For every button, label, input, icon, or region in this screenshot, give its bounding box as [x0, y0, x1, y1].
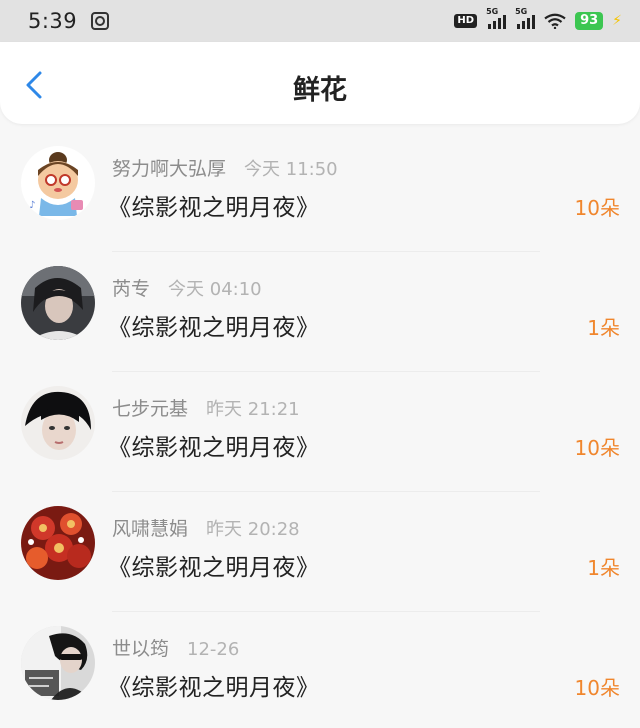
- list-item[interactable]: ♪ 努力啊大弘厚 今天 11:50 《综影视之明月夜》 10朵: [0, 132, 640, 252]
- username-row: 七步元基 昨天 21:21: [112, 394, 300, 421]
- list-item[interactable]: 世以筠 12-26 《综影视之明月夜》 10朵: [0, 612, 640, 728]
- flower-count: 10朵: [574, 436, 620, 460]
- list-item[interactable]: 七步元基 昨天 21:21 《综影视之明月夜》 10朵: [0, 372, 640, 492]
- list-item[interactable]: 风啸慧娟 昨天 20:28 《综影视之明月夜》 1朵: [0, 492, 640, 612]
- username[interactable]: 风啸慧娟: [112, 514, 188, 541]
- svg-text:♪: ♪: [29, 200, 35, 211]
- list-item[interactable]: 芮专 今天 04:10 《综影视之明月夜》 1朵: [0, 252, 640, 372]
- flower-list: ♪ 努力啊大弘厚 今天 11:50 《综影视之明月夜》 10朵 芮专 今天 04…: [0, 132, 640, 728]
- timestamp: 今天 04:10: [168, 279, 262, 300]
- status-left: 5:39: [28, 9, 110, 33]
- flower-count: 10朵: [574, 676, 620, 700]
- book-title[interactable]: 《综影视之明月夜》: [108, 668, 320, 702]
- username[interactable]: 努力啊大弘厚: [112, 154, 226, 181]
- avatar[interactable]: [21, 386, 95, 460]
- timestamp: 今天 11:50: [244, 159, 338, 180]
- username-row: 世以筠 12-26: [112, 634, 239, 661]
- page-title: 鲜花: [293, 75, 347, 106]
- flower-count: 1朵: [587, 316, 620, 340]
- app-notification-icon: [91, 12, 110, 30]
- timestamp: 昨天 20:28: [206, 519, 300, 540]
- username[interactable]: 世以筠: [112, 634, 169, 661]
- avatar[interactable]: [21, 626, 95, 700]
- charging-icon: ⚡: [612, 13, 622, 29]
- avatar[interactable]: [21, 506, 95, 580]
- book-title[interactable]: 《综影视之明月夜》: [108, 548, 320, 582]
- status-bar: 5:39 HD 5G 5G 93 ⚡: [0, 0, 640, 42]
- hd-icon: HD: [454, 14, 478, 28]
- avatar[interactable]: ♪: [21, 146, 95, 220]
- timestamp: 昨天 21:21: [206, 399, 300, 420]
- username[interactable]: 芮专: [112, 274, 150, 301]
- battery-icon: 93: [575, 12, 604, 30]
- username-row: 芮专 今天 04:10: [112, 274, 262, 301]
- book-title[interactable]: 《综影视之明月夜》: [108, 428, 320, 462]
- book-title[interactable]: 《综影视之明月夜》: [108, 188, 320, 222]
- wifi-icon: [544, 13, 566, 29]
- username-row: 风啸慧娟 昨天 20:28: [112, 514, 300, 541]
- avatar[interactable]: [21, 266, 95, 340]
- username-row: 努力啊大弘厚 今天 11:50: [112, 154, 338, 181]
- signal-icon-1: 5G: [486, 7, 507, 29]
- timestamp: 12-26: [187, 639, 240, 660]
- status-right: HD 5G 5G 93 ⚡: [454, 7, 622, 30]
- nav-bar: 鲜花: [0, 42, 640, 124]
- status-time: 5:39: [28, 9, 78, 33]
- username[interactable]: 七步元基: [112, 394, 188, 421]
- flower-count: 10朵: [574, 196, 620, 220]
- flower-count: 1朵: [587, 556, 620, 580]
- signal-icon-2: 5G: [515, 7, 536, 29]
- book-title[interactable]: 《综影视之明月夜》: [108, 308, 320, 342]
